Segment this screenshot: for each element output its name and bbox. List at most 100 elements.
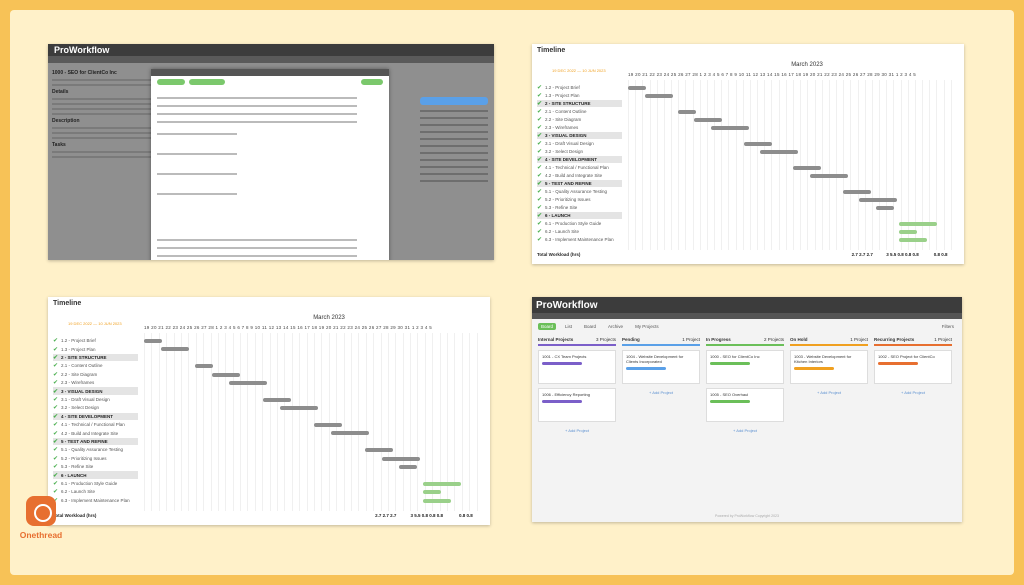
timeline-date-range[interactable]: 19 DEC 2022 — 10 JUN 2023 bbox=[552, 68, 606, 73]
timeline-row[interactable]: ✔ 6.2 - Launch Site bbox=[537, 228, 622, 235]
check-icon: ✔ bbox=[537, 173, 543, 179]
timeline-row[interactable]: ✔ 2 - SITE STRUCTURE bbox=[537, 100, 622, 107]
modal-button-timeline[interactable] bbox=[189, 79, 225, 85]
gantt-bar[interactable] bbox=[144, 339, 162, 343]
timeline-row[interactable]: ✔ 2.2 - Site Diagram bbox=[53, 371, 138, 378]
gantt-bar[interactable] bbox=[677, 110, 696, 114]
gantt-bar[interactable] bbox=[229, 381, 267, 385]
gantt-grid-column bbox=[807, 80, 809, 250]
timeline-row[interactable]: ✔ 2.3 - Wireframes bbox=[537, 124, 622, 131]
timeline-row[interactable]: ✔ 3 - VISUAL DESIGN bbox=[537, 132, 622, 139]
gantt-bar[interactable] bbox=[422, 498, 451, 503]
tab-board[interactable]: Board bbox=[581, 323, 599, 330]
timeline-row[interactable]: ✔ 5.2 - Prioritizing Issues bbox=[537, 196, 622, 203]
add-project-link[interactable]: + Add Project bbox=[706, 428, 784, 433]
gantt-bar[interactable] bbox=[710, 126, 749, 130]
project-card-title: 1004 - Website Development for Clients I… bbox=[626, 354, 684, 364]
action-button[interactable] bbox=[420, 97, 488, 105]
timeline-row[interactable]: ✔ 4.2 - Build and Integrate Site bbox=[53, 429, 138, 437]
tab-my-projects[interactable]: My Projects bbox=[632, 323, 662, 330]
timeline-row[interactable]: ✔ 4 - SITE DEVELOPMENT bbox=[537, 156, 622, 163]
timeline-row[interactable]: ✔ 1.3 - Project Plan bbox=[537, 92, 622, 99]
tab-list[interactable]: List bbox=[562, 323, 575, 330]
gantt-bar[interactable] bbox=[793, 166, 821, 170]
gantt-bar[interactable] bbox=[280, 406, 318, 411]
gantt-bar[interactable] bbox=[331, 431, 369, 436]
gantt-bar[interactable] bbox=[263, 397, 291, 402]
gantt-bar[interactable] bbox=[212, 372, 240, 377]
timeline-row[interactable]: ✔ 4.2 - Build and Integrate Site bbox=[537, 172, 622, 179]
tab-board-active[interactable]: Board bbox=[538, 323, 557, 330]
project-card[interactable]: 1002 - SEO Project for ClientCo bbox=[874, 350, 952, 384]
gantt-bar[interactable] bbox=[743, 142, 772, 146]
tab-archive[interactable]: Archive bbox=[605, 323, 626, 330]
add-project-link[interactable]: + Add Project bbox=[874, 390, 952, 395]
project-card[interactable]: 1005 - SEO Overhaul bbox=[706, 388, 784, 422]
gantt-grid-column bbox=[857, 80, 859, 250]
gantt-bar[interactable] bbox=[195, 364, 213, 369]
gantt-bar[interactable] bbox=[644, 94, 673, 98]
project-card[interactable]: 1003 - Website Development for Kitchen I… bbox=[790, 350, 868, 384]
gantt-bar[interactable] bbox=[809, 174, 848, 178]
gantt-bar[interactable] bbox=[314, 423, 342, 427]
gantt-bar[interactable] bbox=[628, 86, 646, 90]
gantt-bar[interactable] bbox=[365, 448, 393, 453]
timeline-row[interactable]: ✔ 5.1 - Quality Assurance Testing bbox=[537, 188, 622, 195]
gantt-bar[interactable] bbox=[382, 456, 420, 461]
gantt-bar[interactable] bbox=[161, 347, 189, 352]
timeline-row[interactable]: ✔ 6.1 - Production Style Guide bbox=[537, 220, 622, 227]
add-project-link[interactable]: + Add Project bbox=[790, 390, 868, 395]
timeline-row[interactable]: ✔ 5.2 - Prioritizing Issues bbox=[53, 455, 138, 462]
gantt-bar[interactable] bbox=[859, 198, 897, 202]
gantt-bar[interactable] bbox=[760, 150, 798, 154]
timeline-row[interactable]: ✔ 6.2 - Launch Site bbox=[53, 488, 138, 495]
timeline-row[interactable]: ✔ 3.1 - Draft Visual Design bbox=[537, 140, 622, 147]
project-card[interactable]: 1006 - Efficiency Reporting bbox=[538, 388, 616, 422]
timeline-row[interactable]: ✔ 1.2 - Project Brief bbox=[537, 84, 622, 91]
modal-button-edit[interactable] bbox=[157, 79, 185, 85]
timeline-row[interactable]: ✔ 2.1 - Content Outline bbox=[53, 362, 138, 369]
add-project-link[interactable]: + Add Project bbox=[538, 428, 616, 433]
timeline-row[interactable]: ✔ 3 - VISUAL DESIGN bbox=[53, 387, 138, 395]
timeline-row[interactable]: ✔ 3.2 - Select Design bbox=[537, 148, 622, 155]
gantt-bar[interactable] bbox=[898, 230, 917, 234]
timeline-row[interactable]: ✔ 2 - SITE STRUCTURE bbox=[53, 353, 138, 362]
gantt-bar[interactable] bbox=[898, 222, 937, 226]
timeline-row[interactable]: ✔ 5 - TEST AND REFINE bbox=[53, 437, 138, 446]
edit-task-modal[interactable] bbox=[151, 69, 389, 260]
project-card[interactable]: 1001 - CX Team Projects bbox=[538, 350, 616, 384]
timeline-row[interactable]: ✔ 6 - LAUNCH bbox=[537, 212, 622, 219]
timeline-row[interactable]: ✔ 4.1 - Technical / Functional Plan bbox=[537, 164, 622, 171]
timeline-row[interactable]: ✔ 5.1 - Quality Assurance Testing bbox=[53, 446, 138, 453]
timeline-row[interactable]: ✔ 1.2 - Project Brief bbox=[53, 337, 138, 344]
timeline-row[interactable]: ✔ 4.1 - Technical / Functional Plan bbox=[53, 421, 138, 428]
add-project-link[interactable]: + Add Project bbox=[622, 390, 700, 395]
timeline-row[interactable]: ✔ 6.1 - Production Style Guide bbox=[53, 480, 138, 487]
timeline-row[interactable]: ✔ 5.3 - Refine Site bbox=[53, 463, 138, 470]
timeline-row-label: 2.2 - Site Diagram bbox=[61, 371, 98, 377]
gantt-bar[interactable] bbox=[422, 481, 461, 486]
timeline-date-range[interactable]: 19 DEC 2022 — 10 JUN 2023 bbox=[68, 321, 122, 326]
timeline-row[interactable]: ✔ 2.1 - Content Outline bbox=[537, 108, 622, 115]
gantt-bar[interactable] bbox=[898, 238, 927, 242]
project-card[interactable]: 1000 - SEO for ClientCo Inc bbox=[706, 350, 784, 384]
timeline-row[interactable]: ✔ 2.3 - Wireframes bbox=[53, 379, 138, 386]
timeline-row[interactable]: ✔ 4 - SITE DEVELOPMENT bbox=[53, 412, 138, 420]
filters-button[interactable]: Filters bbox=[942, 324, 954, 329]
gantt-grid-column bbox=[692, 80, 694, 250]
timeline-row[interactable]: ✔ 3.2 - Select Design bbox=[53, 404, 138, 411]
gantt-bar[interactable] bbox=[399, 465, 417, 469]
timeline-row[interactable]: ✔ 6 - LAUNCH bbox=[53, 471, 138, 479]
gantt-bar[interactable] bbox=[422, 490, 441, 495]
timeline-row[interactable]: ✔ 5 - TEST AND REFINE bbox=[537, 180, 622, 187]
timeline-row[interactable]: ✔6.3 - Implement Maintenance Plan bbox=[537, 236, 622, 243]
modal-button-save[interactable] bbox=[361, 79, 383, 85]
timeline-row[interactable]: ✔ 3.1 - Draft Visual Design bbox=[53, 396, 138, 403]
timeline-row[interactable]: ✔ 5.3 - Refine Site bbox=[537, 204, 622, 211]
timeline-row[interactable]: ✔ 2.2 - Site Diagram bbox=[537, 116, 622, 123]
timeline-row[interactable]: ✔ 1.3 - Project Plan bbox=[53, 345, 138, 353]
gantt-bar[interactable] bbox=[694, 118, 722, 122]
gantt-bar[interactable] bbox=[842, 190, 871, 194]
project-card[interactable]: 1004 - Website Development for Clients I… bbox=[622, 350, 700, 384]
gantt-bar[interactable] bbox=[875, 206, 894, 210]
